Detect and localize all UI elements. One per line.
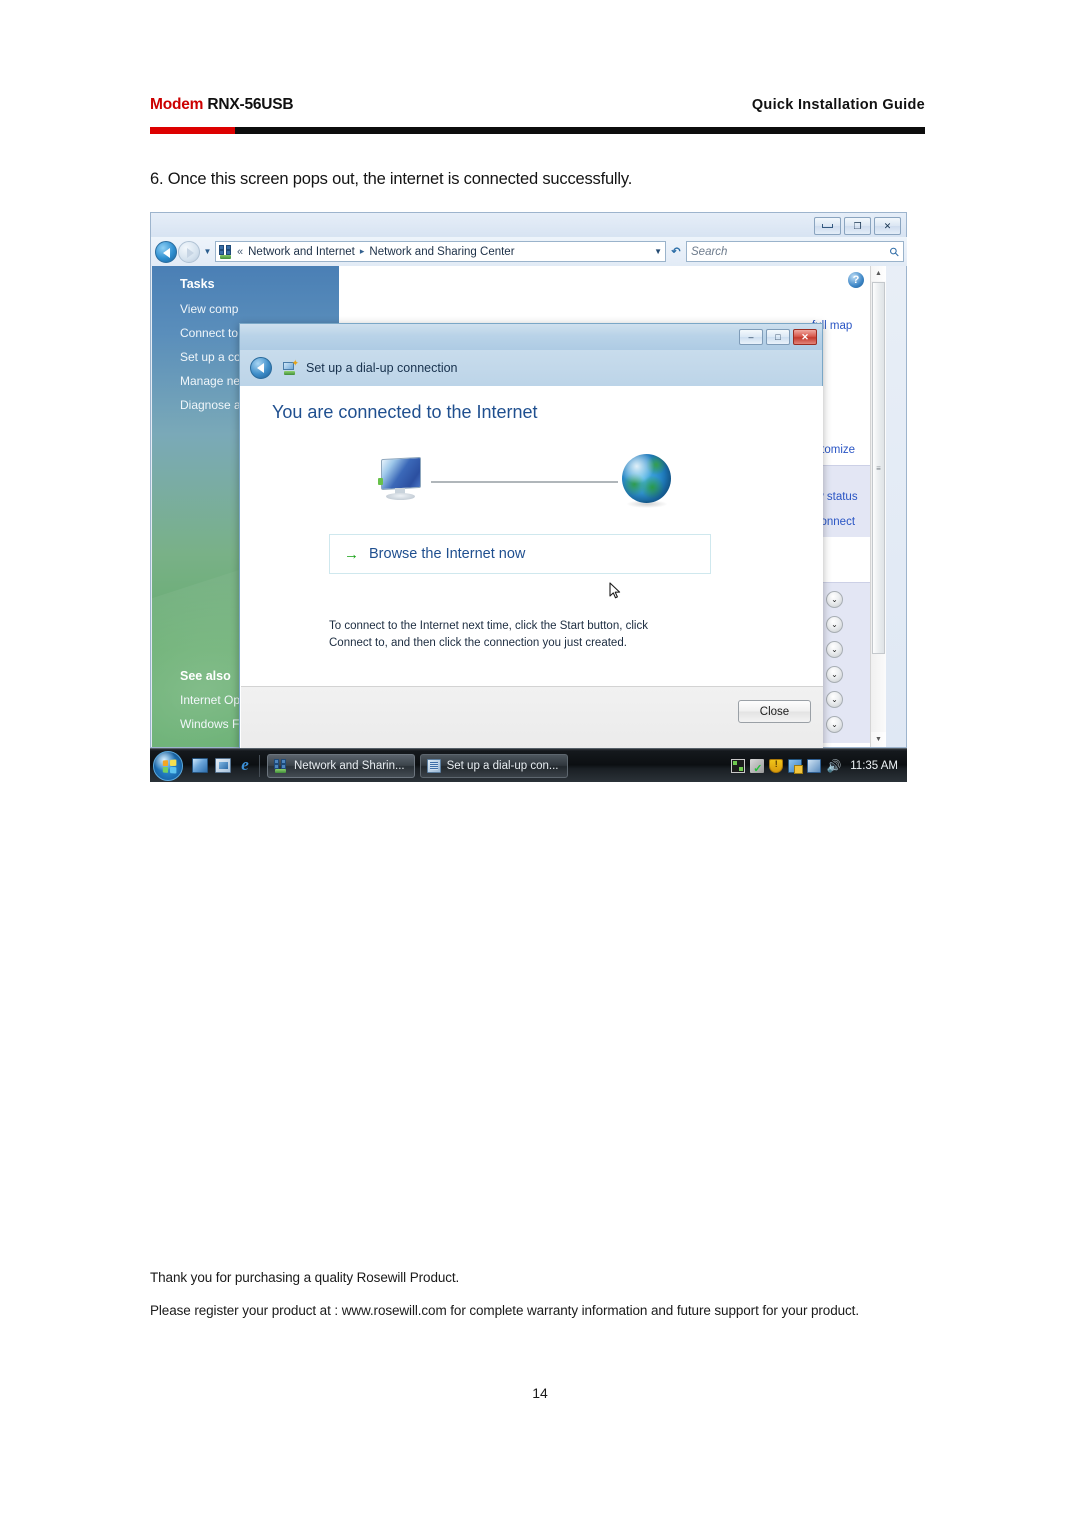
refresh-icon[interactable]: ↶	[666, 241, 686, 262]
chevron-down-icon[interactable]: ▼	[648, 247, 662, 256]
mouse-cursor	[609, 582, 621, 600]
flag-check-icon[interactable]	[750, 758, 765, 775]
footer-register: Please register your product at : www.ro…	[150, 1303, 859, 1318]
step-instruction: 6. Once this screen pops out, the intern…	[150, 170, 633, 188]
security-shield-icon[interactable]	[769, 758, 784, 773]
chevron-down-icon[interactable]: ⌄	[826, 616, 843, 633]
breadcrumb: « Network and Internet ▸ Network and Sha…	[237, 246, 515, 258]
close-icon[interactable]: ✕	[793, 329, 817, 345]
help-icon[interactable]: ?	[848, 272, 864, 288]
sidebar-see-also-title: See also	[180, 669, 231, 683]
close-button[interactable]: Close	[738, 700, 811, 723]
forward-button[interactable]	[178, 240, 200, 263]
shared-folder-icon[interactable]	[788, 758, 804, 774]
taskbar-item-label: Network and Sharin...	[294, 759, 405, 772]
footer-thankyou: Thank you for purchasing a quality Rosew…	[150, 1270, 460, 1285]
dialog-window-buttons: – □ ✕	[739, 329, 817, 345]
arrow-right-icon: →	[344, 545, 359, 563]
breadcrumb-item-network-and-sharing-center[interactable]: Network and Sharing Center	[369, 246, 514, 258]
chevron-down-icon[interactable]: ⌄	[826, 691, 843, 708]
dialup-connection-dialog: – □ ✕ ✦ Set up a dial-up connection You …	[239, 323, 823, 751]
scroll-down-icon[interactable]: ▼	[871, 732, 886, 747]
close-icon[interactable]: ✕	[874, 217, 901, 235]
sidebar-item-view-computers[interactable]: View comp	[180, 302, 238, 316]
clock[interactable]: 11:35 AM	[850, 760, 898, 772]
breadcrumb-separator-icon: ▸	[359, 246, 365, 256]
back-button[interactable]	[155, 240, 177, 263]
connection-line	[431, 481, 618, 483]
chevron-down-icon[interactable]: ⌄	[826, 666, 843, 683]
vertical-scrollbar[interactable]: ▲ ≡ ▼	[870, 266, 886, 747]
minimize-icon[interactable]: –	[739, 329, 763, 345]
screenshot-image: ❐ ✕ ▼ « Network and Internet ▸ Network a…	[150, 212, 907, 782]
header-brand: Modem	[150, 96, 204, 113]
explorer-body: Tasks View comp Connect to Set up a co M…	[152, 266, 907, 751]
scroll-up-icon[interactable]: ▲	[871, 266, 886, 281]
search-placeholder: Search	[691, 245, 728, 258]
restore-icon[interactable]: ❐	[844, 217, 871, 235]
explorer-window-buttons: ❐ ✕	[814, 217, 901, 235]
chevron-down-icon[interactable]: ⌄	[826, 641, 843, 658]
network-icon	[219, 244, 233, 259]
quick-launch-bar: e	[192, 756, 252, 773]
breadcrumb-overflow-icon[interactable]: «	[237, 246, 243, 258]
sidebar-tasks-title: Tasks	[180, 277, 215, 291]
header-rule	[150, 127, 925, 134]
taskbar-divider	[259, 754, 260, 777]
search-input[interactable]: Search ⚲	[686, 241, 904, 262]
taskbar-task-list: Network and Sharin... Set up a dial-up c…	[267, 753, 569, 778]
page-header: Modem RNX-56USB Quick Installation Guide	[150, 96, 925, 136]
explorer-address-bar: ▼ « Network and Internet ▸ Network and S…	[151, 237, 907, 266]
dialog-heading: You are connected to the Internet	[272, 402, 538, 422]
volume-icon[interactable]: 🔊	[826, 759, 842, 773]
breadcrumb-item-network-and-internet[interactable]: Network and Internet	[248, 246, 355, 258]
dialog-titlebar: – □ ✕	[240, 324, 822, 350]
internet-explorer-icon[interactable]: e	[238, 756, 252, 773]
scrollbar-thumb[interactable]: ≡	[872, 282, 885, 654]
explorer-window: ❐ ✕ ▼ « Network and Internet ▸ Network a…	[150, 212, 907, 751]
explorer-titlebar: ❐ ✕	[151, 213, 906, 238]
minimize-icon[interactable]	[814, 217, 841, 235]
dialog-body: You are connected to the Internet → Brow…	[241, 386, 823, 688]
browse-internet-label: Browse the Internet now	[369, 546, 526, 562]
globe-icon	[622, 454, 671, 508]
chevron-down-icon[interactable]: ⌄	[826, 591, 843, 608]
browse-internet-button[interactable]: → Browse the Internet now	[329, 534, 711, 574]
show-desktop-icon[interactable]	[192, 758, 208, 773]
chevron-down-icon[interactable]: ⌄	[826, 716, 843, 733]
header-product: Modem RNX-56USB	[150, 96, 294, 114]
taskbar-item-network-and-sharing[interactable]: Network and Sharin...	[267, 753, 415, 778]
page-number: 14	[532, 1385, 548, 1401]
computer-icon	[375, 456, 425, 502]
dialup-icon	[426, 758, 441, 773]
header-guide-title: Quick Installation Guide	[751, 97, 925, 113]
taskbar-item-label: Set up a dial-up con...	[446, 759, 559, 772]
flip-3d-icon[interactable]	[215, 758, 231, 773]
history-dropdown-icon[interactable]: ▼	[201, 247, 214, 256]
dialog-footer: Close	[241, 686, 823, 749]
dialog-note: To connect to the Internet next time, cl…	[329, 620, 648, 649]
system-tray: 🔊 11:35 AM	[731, 758, 907, 775]
windows-taskbar: e Network and Sharin... Set up a dial-up…	[150, 748, 907, 782]
sidebar-item-manage-network[interactable]: Manage ne	[180, 374, 240, 388]
dialog-title: Set up a dial-up connection	[306, 361, 458, 375]
network-icon	[274, 758, 288, 773]
start-orb-icon[interactable]	[153, 750, 183, 781]
sidebar-item-diagnose[interactable]: Diagnose a	[180, 398, 241, 412]
dialog-back-button[interactable]	[250, 357, 272, 379]
sidebar-item-set-up-a-connection[interactable]: Set up a co	[180, 350, 241, 364]
network-monitor-icon[interactable]	[731, 758, 746, 773]
maximize-icon[interactable]: □	[766, 329, 790, 345]
taskbar-item-dialup-connection[interactable]: Set up a dial-up con...	[419, 753, 569, 778]
breadcrumb-bar[interactable]: « Network and Internet ▸ Network and Sha…	[215, 241, 666, 262]
network-connection-icon[interactable]	[807, 758, 822, 773]
sidebar-item-connect-to[interactable]: Connect to	[180, 326, 238, 340]
dialog-nav-row: ✦ Set up a dial-up connection	[240, 350, 822, 386]
dialup-icon: ✦	[283, 358, 299, 376]
header-model: RNX-56USB	[207, 96, 294, 113]
